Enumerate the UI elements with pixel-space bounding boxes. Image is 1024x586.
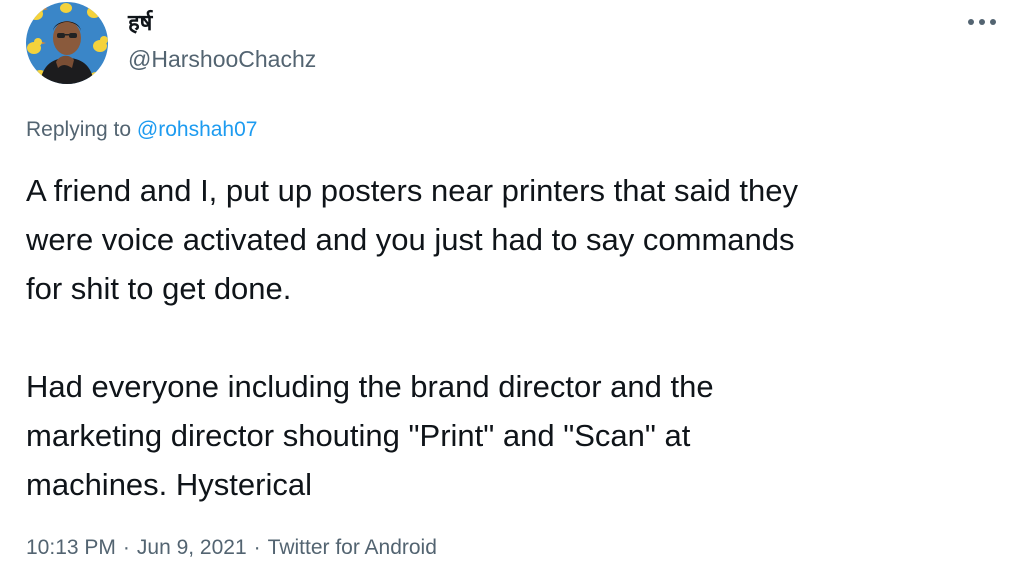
tweet-text-line: A friend and I, put up posters near prin… (26, 173, 799, 208)
tweet-text-line: machines. Hysterical (26, 467, 312, 502)
tweet-text-line: for shit to get done. (26, 271, 292, 306)
reply-mention-link[interactable]: @rohshah07 (137, 118, 258, 141)
meta-separator: · (122, 536, 130, 559)
tweet-metadata: 10:13 PM · Jun 9, 2021 · Twitter for Android (26, 534, 437, 562)
replying-to-label: Replying to (26, 118, 132, 141)
tweet-text-line: were voice activated and you just had to… (26, 222, 795, 257)
author-handle[interactable]: @HarshooChachz (128, 45, 316, 73)
tweet-time-link[interactable]: 10:13 PM (26, 536, 116, 559)
more-horizontal-icon (968, 19, 996, 25)
author-display-name[interactable]: हर्ष (128, 10, 152, 38)
tweet-text-line: Had everyone including the brand directo… (26, 369, 714, 404)
tweet-date-link[interactable]: Jun 9, 2021 (137, 536, 247, 559)
tweet-text-line: marketing director shouting "Print" and … (26, 418, 691, 453)
avatar[interactable] (26, 2, 108, 84)
replying-to-line: Replying to @rohshah07 (26, 116, 257, 144)
tweet-card: हर्ष @HarshooChachz Replying to @rohshah… (0, 0, 1024, 586)
more-options-button[interactable] (962, 8, 1002, 36)
meta-separator: · (253, 536, 261, 559)
profile-photo-icon (26, 2, 108, 84)
tweet-body: A friend and I, put up posters near prin… (26, 166, 1001, 509)
tweet-source-link[interactable]: Twitter for Android (268, 536, 437, 559)
